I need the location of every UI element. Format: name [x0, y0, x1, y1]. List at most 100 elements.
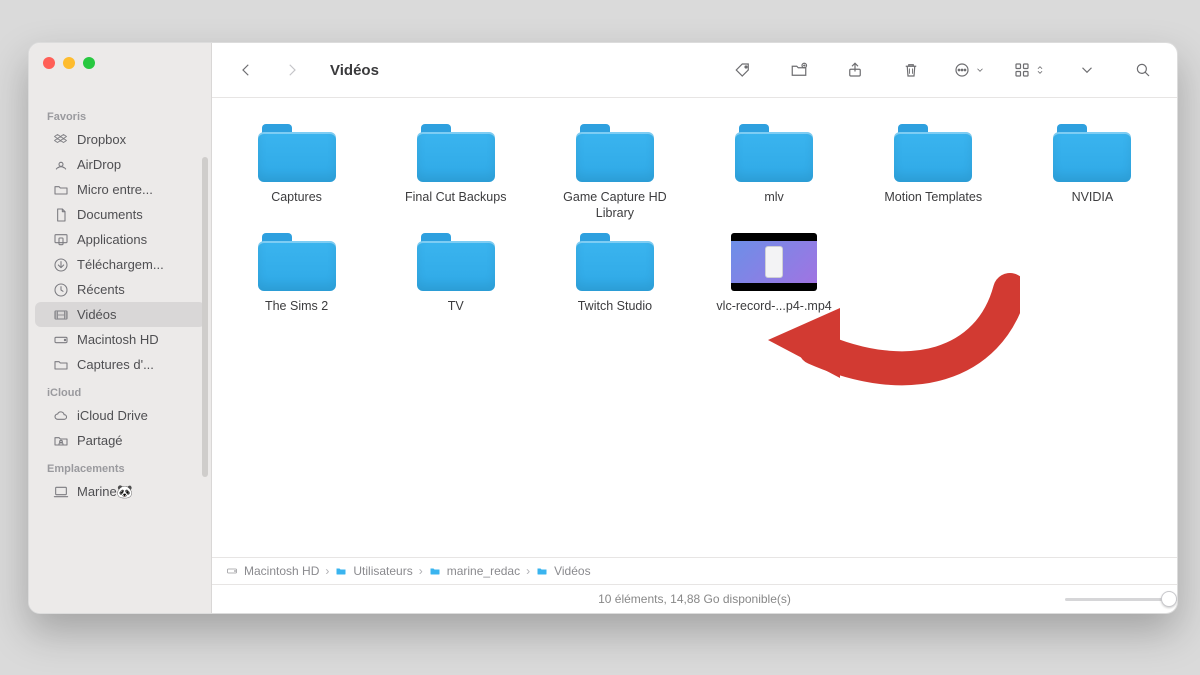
video-thumbnail: [731, 233, 817, 291]
path-segment[interactable]: Vidéos: [536, 564, 590, 578]
sidebar-item-label: Partagé: [77, 433, 123, 448]
trash-button[interactable]: [897, 56, 925, 84]
sidebar-item[interactable]: Macintosh HD: [35, 327, 205, 352]
path-segment-label: marine_redac: [447, 564, 520, 578]
folder-item[interactable]: Captures: [220, 118, 373, 221]
item-name: The Sims 2: [265, 299, 328, 315]
main-pane: Vidéos: [212, 43, 1177, 613]
sidebar-item[interactable]: AirDrop: [35, 152, 205, 177]
sidebar-scrollbar[interactable]: [202, 157, 208, 477]
sidebar: Favoris Dropbox AirDrop Micro entre... Docum…: [29, 43, 212, 613]
path-segment-label: Vidéos: [554, 564, 590, 578]
finder-window: Favoris Dropbox AirDrop Micro entre... Docum…: [28, 42, 1178, 614]
toolbar: Vidéos: [212, 43, 1177, 98]
sidebar-item[interactable]: Micro entre...: [35, 177, 205, 202]
folder-item[interactable]: Game Capture HD Library: [538, 118, 691, 221]
item-name: Final Cut Backups: [405, 190, 506, 206]
maximize-button[interactable]: [83, 57, 95, 69]
tags-button[interactable]: [729, 56, 757, 84]
apps-icon: [53, 232, 69, 248]
forward-button[interactable]: [278, 56, 306, 84]
share-button[interactable]: [841, 56, 869, 84]
path-segment-label: Macintosh HD: [244, 564, 319, 578]
sidebar-section-header: Favoris: [29, 101, 211, 127]
folder-icon: [429, 565, 441, 577]
file-grid[interactable]: Captures Final Cut Backups Game Capture HD…: [212, 98, 1177, 557]
minimize-button[interactable]: [63, 57, 75, 69]
file-item[interactable]: vlc-record-...p4-.mp4: [698, 227, 851, 315]
chevron-right-icon: ›: [526, 564, 530, 578]
path-bar[interactable]: Macintosh HD › Utilisateurs › marine_redac › V…: [212, 557, 1177, 584]
new-folder-button[interactable]: [785, 56, 813, 84]
sidebar-item[interactable]: iCloud Drive: [35, 403, 205, 428]
sidebar-item-label: Applications: [77, 232, 147, 247]
sidebar-item[interactable]: Vidéos: [35, 302, 205, 327]
clock-icon: [53, 282, 69, 298]
path-segment[interactable]: marine_redac: [429, 564, 520, 578]
folder-icon: [735, 124, 813, 182]
back-button[interactable]: [232, 56, 260, 84]
folder-item[interactable]: Motion Templates: [857, 118, 1010, 221]
sidebar-item-label: Documents: [77, 207, 143, 222]
sidebar-item[interactable]: Captures d'...: [35, 352, 205, 377]
sidebar-item-label: Captures d'...: [77, 357, 154, 372]
sidebar-item[interactable]: Récents: [35, 277, 205, 302]
folder-icon: [335, 565, 347, 577]
chevron-right-icon: ›: [325, 564, 329, 578]
sidebar-item-label: AirDrop: [77, 157, 121, 172]
search-button[interactable]: [1129, 56, 1157, 84]
folder-item[interactable]: The Sims 2: [220, 227, 373, 315]
item-name: TV: [448, 299, 464, 315]
sidebar-item[interactable]: Documents: [35, 202, 205, 227]
path-segment[interactable]: Macintosh HD: [226, 564, 319, 578]
sidebar-section-header: iCloud: [29, 377, 211, 403]
doc-icon: [53, 207, 69, 223]
status-text: 10 éléments, 14,88 Go disponible(s): [598, 592, 791, 606]
sidebar-item-label: iCloud Drive: [77, 408, 148, 423]
path-segment-label: Utilisateurs: [353, 564, 412, 578]
sidebar-item-label: Macintosh HD: [77, 332, 159, 347]
status-bar: 10 éléments, 14,88 Go disponible(s): [212, 584, 1177, 613]
actions-menu[interactable]: [953, 61, 985, 79]
folder-icon: [1053, 124, 1131, 182]
folder-item[interactable]: mlv: [698, 118, 851, 221]
airdrop-icon: [53, 157, 69, 173]
folder-item[interactable]: NVIDIA: [1016, 118, 1169, 221]
folder-icon: [53, 182, 69, 198]
sidebar-item[interactable]: Marine🐼: [35, 479, 205, 504]
item-name: NVIDIA: [1072, 190, 1114, 206]
sidebar-item-label: Dropbox: [77, 132, 126, 147]
folder-icon: [417, 124, 495, 182]
item-name: mlv: [764, 190, 783, 206]
item-name: Game Capture HD Library: [545, 190, 685, 221]
item-name: Motion Templates: [884, 190, 982, 206]
sidebar-item-label: Récents: [77, 282, 125, 297]
folder-icon: [258, 233, 336, 291]
sidebar-item[interactable]: Applications: [35, 227, 205, 252]
sidebar-item-label: Marine🐼: [77, 484, 133, 500]
mac-icon: [53, 484, 69, 500]
folder-icon: [258, 124, 336, 182]
sidebar-item[interactable]: Téléchargem...: [35, 252, 205, 277]
sidebar-item[interactable]: Partagé: [35, 428, 205, 453]
sidebar-section-header: Emplacements: [29, 453, 211, 479]
dropbox-icon: [53, 132, 69, 148]
hd-icon: [53, 332, 69, 348]
sidebar-item[interactable]: Dropbox: [35, 127, 205, 152]
window-controls: [29, 43, 211, 97]
folder-item[interactable]: Twitch Studio: [538, 227, 691, 315]
video-icon: [53, 307, 69, 323]
close-button[interactable]: [43, 57, 55, 69]
item-name: vlc-record-...p4-.mp4: [716, 299, 831, 315]
folder-icon: [417, 233, 495, 291]
view-mode-button[interactable]: [1013, 61, 1045, 79]
folder-item[interactable]: TV: [379, 227, 532, 315]
group-by-button[interactable]: [1073, 56, 1101, 84]
zoom-slider[interactable]: [1065, 591, 1163, 607]
path-segment[interactable]: Utilisateurs: [335, 564, 412, 578]
chevron-right-icon: ›: [419, 564, 423, 578]
folder-item[interactable]: Final Cut Backups: [379, 118, 532, 221]
folder-icon: [576, 233, 654, 291]
sidebar-item-label: Téléchargem...: [77, 257, 164, 272]
folder-icon: [53, 357, 69, 373]
